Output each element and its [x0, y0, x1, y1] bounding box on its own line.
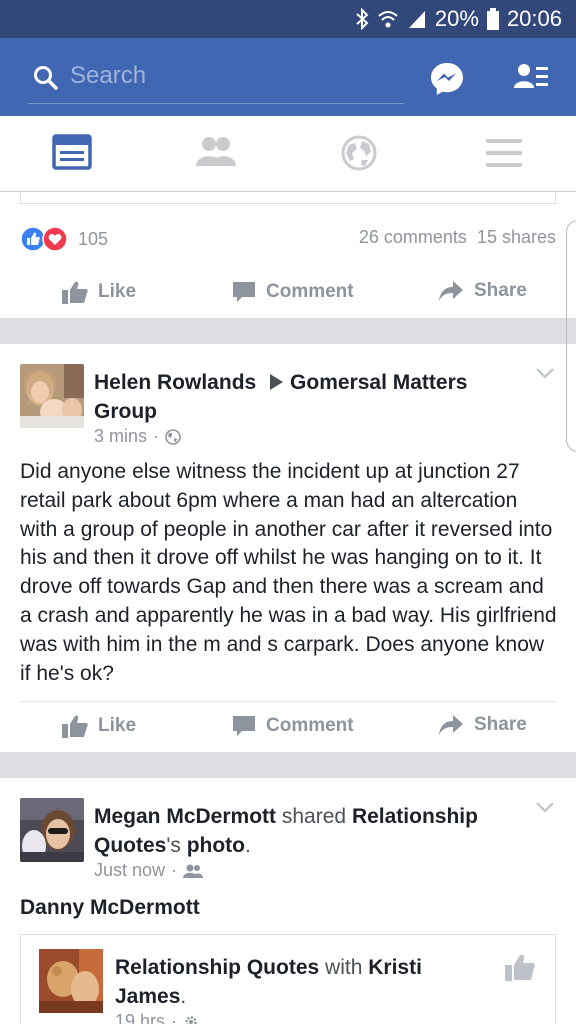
meta-dot: · — [171, 860, 178, 880]
chevron-down-icon — [536, 802, 554, 813]
status-indicators: 20% 20:06 — [355, 6, 562, 32]
post-meta: Just now · — [94, 860, 204, 881]
scroll-handle[interactable] — [566, 220, 576, 452]
tab-menu[interactable] — [486, 138, 522, 173]
post-time[interactable]: Just now — [94, 860, 165, 881]
meta-dot: · — [171, 1011, 178, 1024]
author-avatar[interactable] — [20, 798, 84, 862]
comment-label: Comment — [266, 715, 354, 736]
feed-post: Helen Rowlands Gomersal Matters Group 3 … — [0, 344, 576, 752]
menu-icon — [486, 139, 522, 167]
share-label: Share — [474, 714, 527, 735]
reactions-summary[interactable]: 105 — [20, 226, 108, 252]
author-name[interactable]: Megan McDermott — [94, 805, 276, 828]
post-meta: 3 mins · — [94, 426, 181, 447]
clock: 20:06 — [506, 6, 562, 31]
previous-post-attachment — [20, 192, 556, 204]
with-text: with — [325, 956, 363, 979]
friends-icon — [196, 137, 236, 166]
chevron-down-icon — [536, 368, 554, 379]
globe-icon — [165, 428, 181, 445]
globe-icon — [341, 135, 377, 171]
feed-post: Megan McDermott shared Relationship Quot… — [0, 778, 576, 1024]
share-arrow-icon — [439, 281, 463, 301]
share-arrow-icon — [439, 715, 463, 735]
tab-news-feed[interactable] — [52, 134, 92, 175]
like-label: Like — [98, 281, 137, 302]
reaction-count: 105 — [78, 228, 109, 249]
like-button[interactable]: Like — [62, 714, 136, 738]
battery-icon — [486, 8, 499, 30]
thumbs-up-icon — [62, 715, 88, 738]
shared-verb: shared — [281, 805, 347, 828]
shared-object-link[interactable]: photo — [187, 834, 245, 857]
shared-page-name[interactable]: Relationship Quotes — [115, 956, 319, 979]
top-bar: Search — [0, 38, 576, 116]
post-time[interactable]: 3 mins — [94, 426, 147, 447]
shared-post-time[interactable]: 19 hrs — [115, 1011, 165, 1024]
thumbs-up-icon — [62, 281, 88, 304]
friend-requests-icon — [514, 64, 548, 88]
header-period: . — [245, 834, 251, 857]
battery-percent: 20% — [434, 6, 479, 31]
comment-icon — [233, 282, 255, 302]
post-caption[interactable]: Danny McDermott — [20, 896, 200, 920]
messenger-icon — [431, 63, 463, 95]
shared-post-header: Relationship Quotes with Kristi James. — [115, 953, 495, 1011]
tab-notifications[interactable] — [340, 134, 378, 177]
share-button[interactable]: Share — [438, 280, 527, 302]
author-avatar[interactable] — [20, 364, 84, 428]
comment-icon — [233, 716, 255, 736]
shared-post-preview[interactable]: Relationship Quotes with Kristi James. 1… — [20, 934, 556, 1024]
comment-button[interactable]: Comment — [232, 280, 354, 304]
post-options-button[interactable] — [536, 366, 554, 384]
search-input[interactable]: Search — [28, 60, 404, 104]
page-like-button[interactable] — [505, 953, 535, 986]
post-options-button[interactable] — [536, 800, 554, 818]
post-header: Megan McDermott shared Relationship Quot… — [94, 802, 514, 860]
thumbs-up-icon — [505, 954, 535, 981]
news-feed-icon — [52, 134, 92, 170]
comment-button[interactable]: Comment — [232, 714, 354, 738]
friend-requests-button[interactable] — [514, 62, 550, 97]
friends-icon — [183, 864, 204, 878]
feed-post: Like Comment Share — [0, 192, 576, 318]
love-reaction-icon — [42, 226, 68, 252]
search-placeholder: Search — [70, 62, 147, 89]
messenger-button[interactable] — [428, 60, 466, 103]
gear-icon — [185, 1015, 197, 1024]
like-label: Like — [98, 715, 137, 736]
search-icon — [34, 66, 58, 90]
post-action-bar: Like Comment Share — [0, 268, 576, 318]
meta-dot: · — [153, 426, 160, 446]
bluetooth-icon — [356, 8, 369, 30]
wifi-icon — [378, 11, 398, 28]
author-name[interactable]: Helen Rowlands — [94, 371, 256, 394]
signal-icon — [408, 11, 425, 28]
status-bar: 20% 20:06 — [0, 0, 576, 38]
post-action-bar: Like Comment Share — [0, 702, 576, 752]
tab-friends[interactable] — [196, 134, 236, 175]
shared-post-meta: 19 hrs · — [115, 1011, 199, 1024]
shared-page-avatar[interactable] — [39, 949, 103, 1013]
arrow-right-icon — [270, 374, 284, 390]
like-button[interactable]: Like — [62, 280, 136, 304]
tab-bar — [0, 116, 576, 192]
comments-shares-count[interactable]: 26 comments 15 shares — [359, 227, 556, 248]
share-button[interactable]: Share — [438, 714, 527, 736]
post-header: Helen Rowlands Gomersal Matters Group — [94, 368, 514, 426]
possessive: 's — [166, 834, 181, 857]
header-period: . — [180, 985, 187, 1008]
comment-label: Comment — [266, 281, 354, 302]
post-body-text: Did anyone else witness the incident up … — [20, 460, 557, 685]
share-label: Share — [474, 280, 527, 301]
